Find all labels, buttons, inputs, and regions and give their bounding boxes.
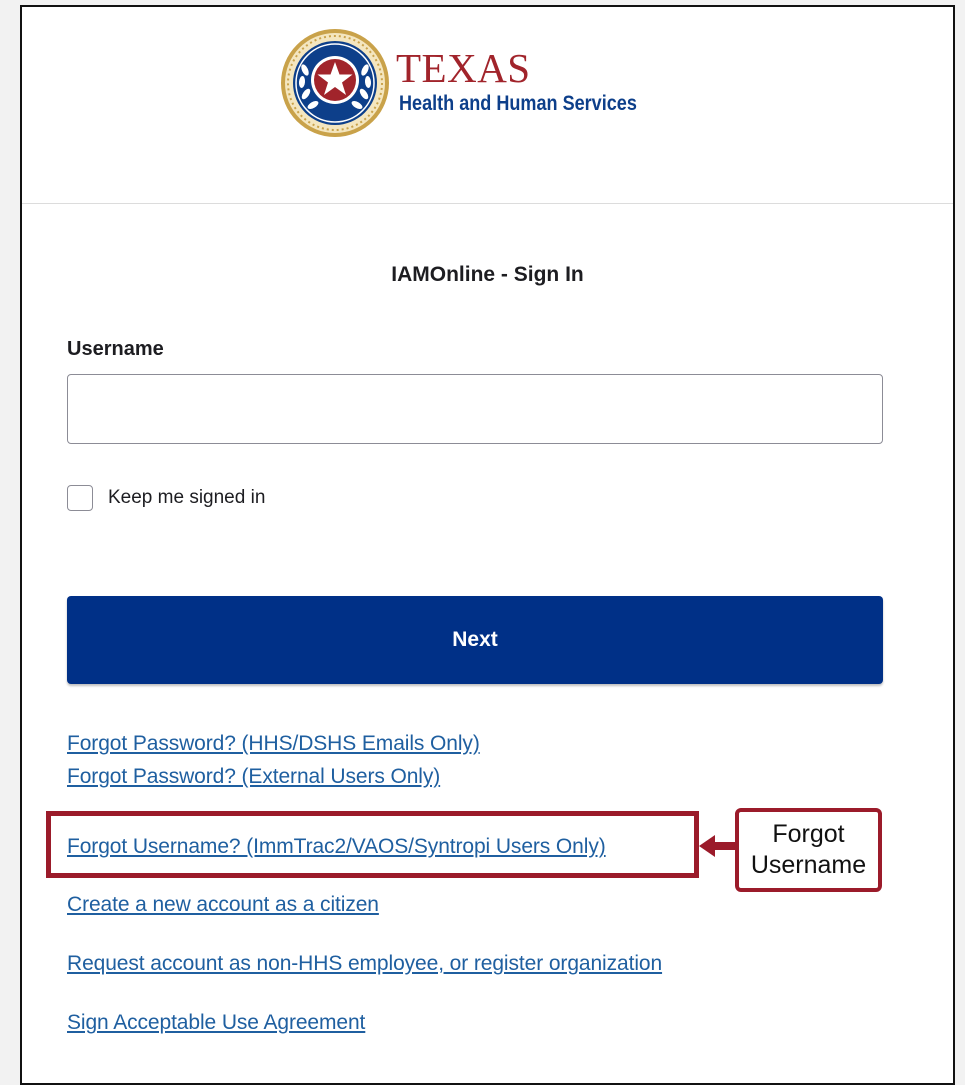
arrow-left-icon — [699, 835, 737, 857]
texas-hhs-logo: TEXAS Health and Human Services — [280, 28, 700, 138]
keep-signed-in-label[interactable]: Keep me signed in — [108, 487, 265, 509]
forgot-username-highlight — [46, 811, 699, 878]
logo-texas-text: TEXAS — [396, 45, 531, 91]
request-account-link[interactable]: Request account as non-HHS employee, or … — [67, 952, 662, 976]
forgot-password-hhs-link[interactable]: Forgot Password? (HHS/DSHS Emails Only) — [67, 732, 480, 756]
keep-signed-in-checkbox[interactable] — [67, 485, 93, 511]
header: TEXAS Health and Human Services — [22, 7, 953, 204]
create-account-link[interactable]: Create a new account as a citizen — [67, 893, 379, 917]
logo-agency-text: Health and Human Services — [399, 92, 637, 115]
next-button[interactable]: Next — [67, 596, 883, 684]
username-input[interactable] — [67, 374, 883, 444]
texas-seal-icon — [281, 29, 389, 137]
forgot-password-external-link[interactable]: Forgot Password? (External Users Only) — [67, 765, 440, 789]
username-label: Username — [67, 338, 164, 360]
page-title: IAMOnline - Sign In — [391, 263, 584, 286]
forgot-username-callout: Forgot Username — [735, 808, 882, 892]
callout-line-1: Forgot — [772, 819, 845, 848]
sign-agreement-link[interactable]: Sign Acceptable Use Agreement — [67, 1011, 365, 1035]
keep-signed-in-row[interactable]: Keep me signed in — [67, 483, 265, 513]
signin-card: TEXAS Health and Human Services IAMOnlin… — [20, 5, 955, 1085]
callout-line-2: Username — [750, 851, 867, 879]
